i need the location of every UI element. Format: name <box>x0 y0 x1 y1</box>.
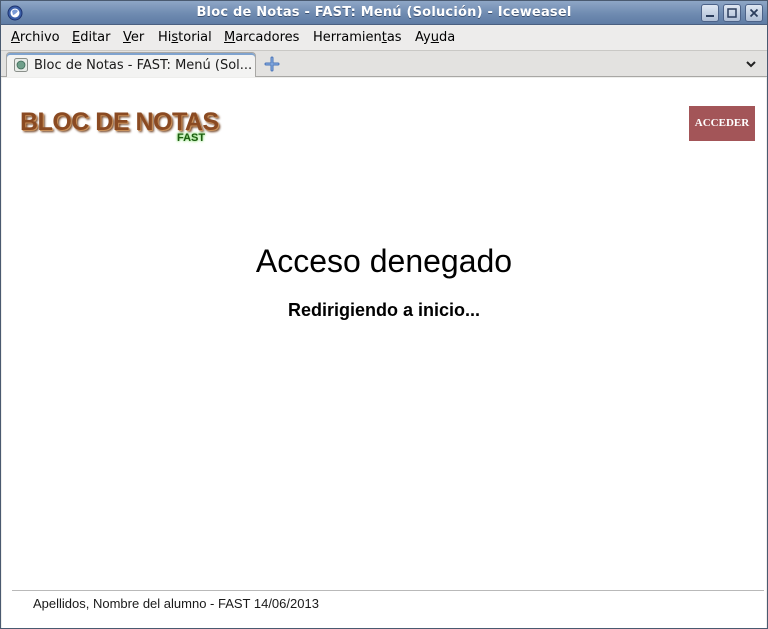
plus-icon[interactable] <box>264 56 280 72</box>
globe-favicon-icon <box>14 58 28 72</box>
menu-ayuda[interactable]: Ayuda <box>415 30 455 45</box>
window-title: Bloc de Notas - FAST: Menú (Solución) - … <box>196 5 572 20</box>
title-bar[interactable]: Bloc de Notas - FAST: Menú (Solución) - … <box>1 1 767 25</box>
menu-bar: Archivo Editar Ver Historial Marcadores … <box>1 26 767 50</box>
minimize-button[interactable] <box>701 4 719 22</box>
maximize-button[interactable] <box>723 4 741 22</box>
browser-window: Bloc de Notas - FAST: Menú (Solución) - … <box>0 0 768 629</box>
menu-marcadores[interactable]: Marcadores <box>224 30 299 45</box>
chevron-down-icon[interactable] <box>744 57 758 71</box>
menu-editar[interactable]: Editar <box>72 30 111 45</box>
page-title: Acceso denegado <box>255 243 513 279</box>
close-icon <box>749 8 759 18</box>
logo[interactable]: BLOC DE NOTAS FAST <box>20 108 220 148</box>
footer-text: Apellidos, Nombre del alumno - FAST 14/0… <box>33 596 319 611</box>
close-button[interactable] <box>745 4 763 22</box>
redirect-message: Redirigiendo a inicio... <box>287 300 481 320</box>
tab-active[interactable]: Bloc de Notas - FAST: Menú (Sol... <box>6 52 256 77</box>
logo-sub-text: FAST <box>177 132 206 144</box>
page-content: BLOC DE NOTAS FAST ACCEDER Acceso denega… <box>2 78 766 628</box>
maximize-icon <box>727 8 737 18</box>
minimize-icon <box>706 15 714 17</box>
login-button[interactable]: ACCEDER <box>689 106 755 141</box>
menu-archivo[interactable]: Archivo <box>11 30 60 45</box>
menu-historial[interactable]: Historial <box>158 30 212 45</box>
menu-herramientas[interactable]: Herramientas <box>313 30 402 45</box>
tab-bar: Bloc de Notas - FAST: Menú (Sol... <box>1 50 767 77</box>
tab-label: Bloc de Notas - FAST: Menú (Sol... <box>34 58 253 73</box>
footer-divider <box>12 590 764 591</box>
menu-ver[interactable]: Ver <box>123 30 144 45</box>
